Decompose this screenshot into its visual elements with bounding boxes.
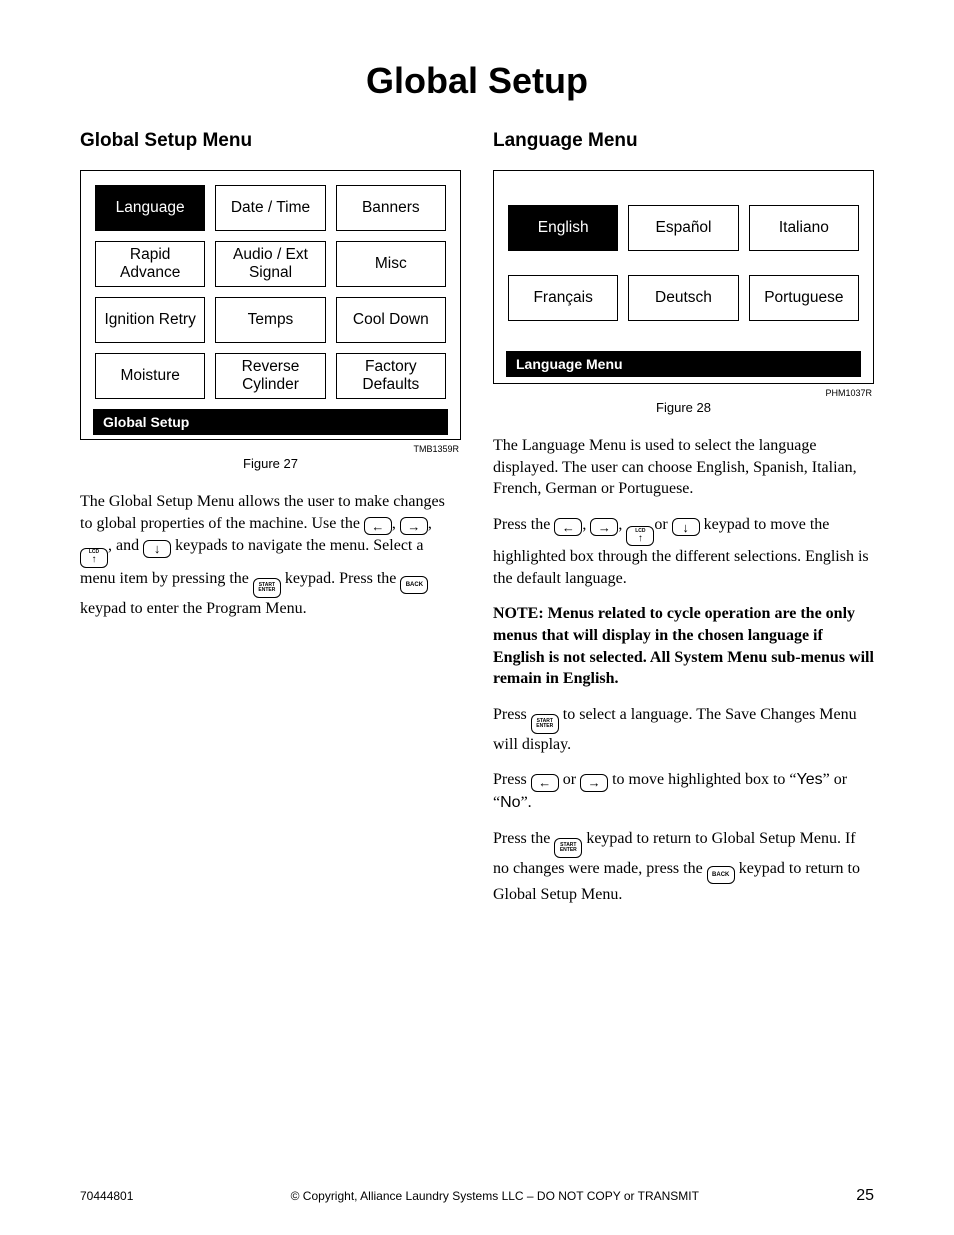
menu-item-factory-defaults[interactable]: Factory Defaults [336, 353, 446, 399]
language-select-instruction: Press STARTENTER to select a language. T… [493, 704, 874, 756]
start-enter-key-icon: STARTENTER [531, 714, 559, 734]
menu-item-rapid-advance[interactable]: Rapid Advance [95, 241, 205, 287]
figure-code-right: PHM1037R [493, 388, 872, 398]
menu-item-temps[interactable]: Temps [215, 297, 325, 343]
language-grid: English Español Italiano Français Deutsc… [508, 205, 859, 321]
menu-item-audio-ext-signal[interactable]: Audio / Ext Signal [215, 241, 325, 287]
menu-item-cool-down[interactable]: Cool Down [336, 297, 446, 343]
text: Press [493, 706, 531, 723]
menu-item-misc[interactable]: Misc [336, 241, 446, 287]
text: ”. [521, 794, 532, 811]
menu-item-language[interactable]: Language [95, 185, 205, 231]
left-arrow-key-icon: ← [554, 518, 582, 536]
global-setup-grid: Language Date / Time Banners Rapid Advan… [95, 185, 446, 399]
text: or [563, 771, 580, 788]
text: , and [108, 537, 143, 554]
language-menu-titlebar: Language Menu [506, 351, 861, 377]
right-arrow-key-icon: → [580, 774, 608, 792]
global-setup-menu-heading: Global Setup Menu [80, 130, 461, 152]
doc-number: 70444801 [80, 1189, 133, 1203]
lang-option-espanol[interactable]: Español [628, 205, 738, 251]
global-setup-panel: Language Date / Time Banners Rapid Advan… [80, 170, 461, 440]
language-return-instruction: Press the STARTENTER keypad to return to… [493, 828, 874, 906]
figure-code-left: TMB1359R [80, 444, 459, 454]
language-navigate-instruction: Press the ←, →, LCD↑or ↓ keypad to move … [493, 514, 874, 590]
menu-item-ignition-retry[interactable]: Ignition Retry [95, 297, 205, 343]
start-enter-key-icon: STARTENTER [253, 578, 281, 598]
down-arrow-key-icon: ↓ [143, 540, 171, 558]
start-enter-key-icon: STARTENTER [554, 838, 582, 858]
language-menu-panel: English Español Italiano Français Deutsc… [493, 170, 874, 384]
yes-label: Yes [797, 771, 823, 788]
text: Press [493, 771, 531, 788]
left-arrow-key-icon: ← [364, 517, 392, 535]
lang-option-deutsch[interactable]: Deutsch [628, 275, 738, 321]
back-key-icon: BACK [400, 576, 428, 594]
text: , [428, 515, 432, 532]
menu-item-banners[interactable]: Banners [336, 185, 446, 231]
copyright-notice: © Copyright, Alliance Laundry Systems LL… [291, 1189, 699, 1203]
two-column-layout: Global Setup Menu Language Date / Time B… [80, 130, 874, 919]
left-column: Global Setup Menu Language Date / Time B… [80, 130, 461, 919]
language-menu-heading: Language Menu [493, 130, 874, 152]
language-yesno-instruction: Press ← or → to move highlighted box to … [493, 769, 874, 813]
down-arrow-key-icon: ↓ [672, 518, 700, 536]
lang-option-english[interactable]: English [508, 205, 618, 251]
page-number: 25 [856, 1187, 874, 1205]
text: , [392, 515, 400, 532]
lang-option-francais[interactable]: Français [508, 275, 618, 321]
text: Press the [493, 830, 554, 847]
text: , [618, 516, 626, 533]
figure-caption-27: Figure 27 [80, 456, 461, 471]
no-label: No [500, 794, 520, 811]
up-lcd-key-icon: LCD↑ [80, 548, 108, 568]
text: , [582, 516, 590, 533]
text: keypad. Press the [285, 570, 401, 587]
text: Press the [493, 516, 554, 533]
page-title: Global Setup [80, 60, 874, 102]
lang-option-italiano[interactable]: Italiano [749, 205, 859, 251]
menu-item-date-time[interactable]: Date / Time [215, 185, 325, 231]
text: to move highlighted box to “ [612, 771, 796, 788]
up-lcd-key-icon: LCD↑ [626, 526, 654, 546]
right-column: Language Menu English Español Italiano F… [493, 130, 874, 919]
right-arrow-key-icon: → [400, 517, 428, 535]
global-setup-description: The Global Setup Menu allows the user to… [80, 491, 461, 619]
lang-option-portuguese[interactable]: Portuguese [749, 275, 859, 321]
language-menu-description: The Language Menu is used to select the … [493, 435, 874, 500]
menu-item-moisture[interactable]: Moisture [95, 353, 205, 399]
page-footer: 70444801 © Copyright, Alliance Laundry S… [80, 1187, 874, 1205]
figure-caption-28: Figure 28 [493, 400, 874, 415]
menu-item-reverse-cylinder[interactable]: Reverse Cylinder [215, 353, 325, 399]
left-arrow-key-icon: ← [531, 774, 559, 792]
right-arrow-key-icon: → [590, 518, 618, 536]
text: or [654, 516, 671, 533]
language-note: NOTE: Menus related to cycle operation a… [493, 603, 874, 689]
global-setup-titlebar: Global Setup [93, 409, 448, 435]
back-key-icon: BACK [707, 866, 735, 884]
text: keypad to enter the Program Menu. [80, 600, 307, 617]
